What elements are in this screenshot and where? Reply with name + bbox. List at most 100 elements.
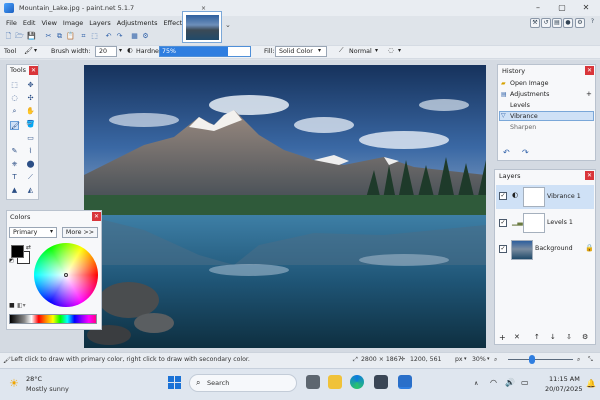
fit-window-icon[interactable]: ⤡	[588, 356, 593, 364]
show-hidden-icons-chevron-icon[interactable]: ∧	[474, 380, 478, 387]
alpha-chevron-icon[interactable]: ▾	[398, 47, 401, 54]
copy-icon[interactable]: ⧉	[55, 32, 64, 41]
minimize-button[interactable]: –	[527, 0, 549, 16]
recolor-tool-icon[interactable]: ⬤	[26, 160, 35, 169]
redo-icon[interactable]: ↷	[115, 32, 124, 41]
add-layer-icon[interactable]: +	[499, 333, 506, 342]
weather-sun-icon[interactable]: ☀	[9, 377, 19, 390]
blend-mode-dropdown[interactable]: Normal	[349, 48, 372, 55]
color-wheel[interactable]	[34, 243, 98, 307]
paintbrush-tool-icon[interactable]: 🖌	[10, 121, 20, 130]
new-image-icon[interactable]: 🗋	[4, 32, 13, 41]
cut-icon[interactable]: ✂	[44, 32, 53, 41]
lasso-select-tool-icon[interactable]: ◌	[10, 94, 19, 103]
image-canvas[interactable]	[84, 65, 486, 348]
battery-icon[interactable]: ▭	[521, 378, 529, 387]
brush-width-chevron-icon[interactable]: ▾	[119, 47, 122, 54]
layers-window-toggle-icon[interactable]: ▤	[552, 18, 562, 28]
color-picker-tool-icon[interactable]: ⌇	[26, 147, 35, 156]
zoom-slider-track[interactable]	[508, 359, 573, 360]
paintbrush-tool-icon[interactable]: 🖌	[24, 47, 33, 56]
tools-window-toggle-icon[interactable]: ⚒	[530, 18, 540, 28]
eraser-tool-icon[interactable]: ▭	[26, 134, 35, 143]
file-explorer-icon[interactable]	[328, 375, 342, 389]
history-redo-icon[interactable]: ↷	[522, 148, 529, 157]
settings-icon[interactable]: ⚙	[141, 32, 150, 41]
history-undo-icon[interactable]: ↶	[503, 148, 510, 157]
open-image-icon[interactable]: 🗁	[15, 32, 24, 41]
blend-chevron-icon[interactable]: ▾	[375, 47, 378, 54]
layer-visibility-checkbox[interactable]: ✓	[499, 245, 507, 253]
swap-colors-icon[interactable]: ⇄	[26, 244, 31, 251]
taskbar-time[interactable]: 11:15 AM	[549, 375, 580, 383]
shapes-tool-icon[interactable]: ▲	[10, 186, 19, 195]
line-curve-tool-icon[interactable]: ⟋	[26, 173, 35, 182]
tab-list-chevron-icon[interactable]: ⌄	[225, 21, 231, 29]
pencil-tool-icon[interactable]: ✎	[10, 147, 19, 156]
paint-bucket-tool-icon[interactable]: 🪣	[26, 120, 35, 129]
units-dropdown[interactable]: px	[455, 356, 463, 363]
antialiasing-icon[interactable]: ⟋	[339, 47, 343, 55]
edge-browser-icon[interactable]	[350, 375, 364, 389]
colors-window-toggle-icon[interactable]: ●	[563, 18, 573, 28]
expand-plus-icon[interactable]: +	[586, 90, 592, 98]
layers-panel-close-icon[interactable]: ✕	[585, 171, 594, 180]
taskbar-search-box[interactable]	[189, 374, 297, 392]
color-palette-strip[interactable]	[9, 314, 97, 324]
history-item-adjustments[interactable]: Adjustments	[510, 91, 549, 98]
tools-panel-close-icon[interactable]: ✕	[29, 66, 38, 75]
palette-black-swatch-icon[interactable]: ■	[9, 302, 15, 309]
alpha-blend-icon[interactable]: ◌	[388, 47, 394, 54]
merge-layer-down-icon[interactable]: ⇩	[566, 333, 572, 341]
delete-layer-icon[interactable]: ✕	[514, 333, 520, 341]
wifi-icon[interactable]: ◠	[490, 378, 497, 387]
palette-menu-icon[interactable]: ◧▾	[17, 302, 26, 309]
fill-chevron-icon[interactable]: ▾	[318, 47, 321, 54]
taskbar-date[interactable]: 20/07/2025	[545, 385, 582, 393]
menu-edit[interactable]: Edit	[23, 19, 36, 27]
zoom-tool-icon[interactable]: ⌕	[10, 107, 19, 116]
menu-layers[interactable]: Layers	[89, 19, 111, 27]
menu-file[interactable]: File	[6, 19, 17, 27]
weather-desc[interactable]: Mostly sunny	[26, 385, 69, 393]
settings-gear-icon[interactable]: ⚙	[575, 18, 585, 28]
deselect-icon[interactable]: ⬚	[90, 32, 99, 41]
start-windows-icon[interactable]	[168, 376, 182, 390]
history-item-open-image[interactable]: Open Image	[510, 80, 549, 87]
tool-dropdown-chevron-icon[interactable]: ▾	[34, 47, 37, 54]
menu-adjustments[interactable]: Adjustments	[117, 19, 158, 27]
text-tool-icon[interactable]: T	[10, 173, 19, 182]
zoom-chevron-icon[interactable]: ▾	[487, 356, 490, 362]
color-mode-chevron-icon[interactable]: ▾	[50, 228, 53, 235]
close-window-button[interactable]: ✕	[575, 0, 597, 16]
paintnet-taskbar-icon[interactable]	[398, 375, 412, 389]
zoom-out-icon[interactable]: ⌕	[494, 356, 497, 364]
crop-to-selection-icon[interactable]: ⌗	[79, 32, 88, 41]
zoom-in-icon[interactable]: ⌕	[577, 356, 580, 364]
clone-stamp-tool-icon[interactable]: ⎈	[10, 160, 19, 169]
layer-visibility-checkbox[interactable]: ✓	[499, 219, 507, 227]
more-colors-button[interactable]: More >>	[62, 227, 98, 238]
move-layer-down-icon[interactable]: ↓	[550, 333, 556, 341]
layer-visibility-checkbox[interactable]: ✓	[499, 192, 507, 200]
colors-panel-close-icon[interactable]: ✕	[92, 212, 101, 221]
move-selection-tool-icon[interactable]: ✣	[26, 94, 35, 103]
grid-icon[interactable]: ▦	[130, 32, 139, 41]
history-item-sharpen[interactable]: Sharpen	[510, 124, 536, 131]
pan-tool-icon[interactable]: ✋	[26, 107, 35, 116]
units-chevron-icon[interactable]: ▾	[464, 356, 467, 362]
image-tab-close-icon[interactable]: ×	[201, 5, 206, 12]
gradient-tool-icon[interactable]: ◭	[26, 186, 35, 195]
weather-temp[interactable]: 28°C	[26, 375, 42, 383]
notifications-bell-icon[interactable]: 🔔	[586, 379, 596, 388]
menu-image[interactable]: Image	[63, 19, 83, 27]
history-item-levels[interactable]: Levels	[510, 102, 530, 109]
history-window-toggle-icon[interactable]: ↺	[541, 18, 551, 28]
image-tab[interactable]	[182, 11, 222, 43]
paste-icon[interactable]: 📋	[66, 32, 75, 41]
layer-name-levels[interactable]: Levels 1	[547, 219, 573, 226]
history-item-vibrance[interactable]: Vibrance	[510, 113, 538, 120]
primary-color-swatch[interactable]	[11, 245, 24, 258]
task-view-icon[interactable]	[306, 375, 320, 389]
help-icon[interactable]: ?	[588, 18, 597, 28]
